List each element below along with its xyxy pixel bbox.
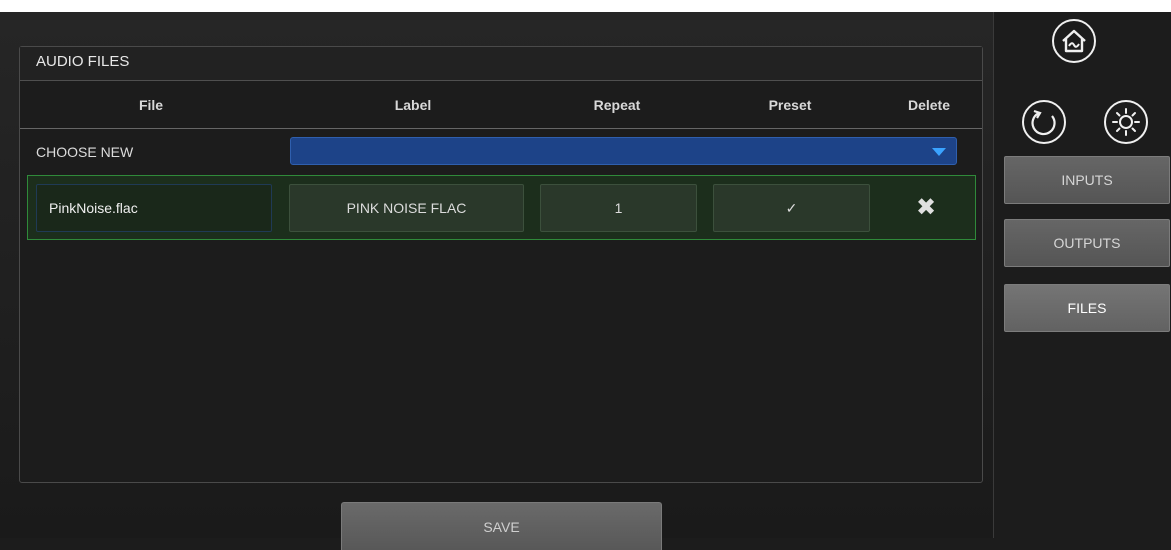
file-name-field[interactable]: PinkNoise.flac bbox=[36, 184, 272, 232]
column-header-file: File bbox=[138, 97, 164, 113]
sidebar: INPUTS OUTPUTS FILES bbox=[993, 12, 1171, 538]
column-header-delete: Delete bbox=[907, 97, 951, 113]
top-border bbox=[0, 0, 1171, 12]
chevron-down-icon bbox=[932, 148, 946, 156]
main-area: AUDIO FILES File Label Repeat Preset Del… bbox=[0, 12, 993, 550]
label-field[interactable]: PINK NOISE FLAC bbox=[289, 184, 524, 232]
column-header-label: Label bbox=[394, 97, 432, 113]
file-row: PinkNoise.flac PINK NOISE FLAC 1 ✓ ✖ bbox=[27, 175, 976, 240]
choose-new-label: CHOOSE NEW bbox=[36, 144, 134, 160]
brightness-icon[interactable] bbox=[1104, 100, 1148, 144]
audio-files-panel: AUDIO FILES File Label Repeat Preset Del… bbox=[19, 46, 983, 483]
save-button[interactable]: SAVE bbox=[341, 502, 662, 550]
choose-file-dropdown[interactable] bbox=[290, 137, 957, 165]
refresh-icon[interactable] bbox=[1022, 100, 1066, 144]
preset-toggle[interactable]: ✓ bbox=[713, 184, 870, 232]
sidebar-item-outputs[interactable]: OUTPUTS bbox=[1004, 219, 1170, 267]
home-icon[interactable] bbox=[1052, 19, 1096, 63]
repeat-field[interactable]: 1 bbox=[540, 184, 697, 232]
panel-title: AUDIO FILES bbox=[20, 47, 982, 81]
sidebar-item-inputs[interactable]: INPUTS bbox=[1004, 156, 1170, 204]
header-divider bbox=[20, 128, 982, 129]
sidebar-item-files[interactable]: FILES bbox=[1004, 284, 1170, 332]
column-header-repeat: Repeat bbox=[593, 97, 641, 113]
column-header-preset: Preset bbox=[768, 97, 812, 113]
delete-icon[interactable]: ✖ bbox=[916, 194, 936, 222]
